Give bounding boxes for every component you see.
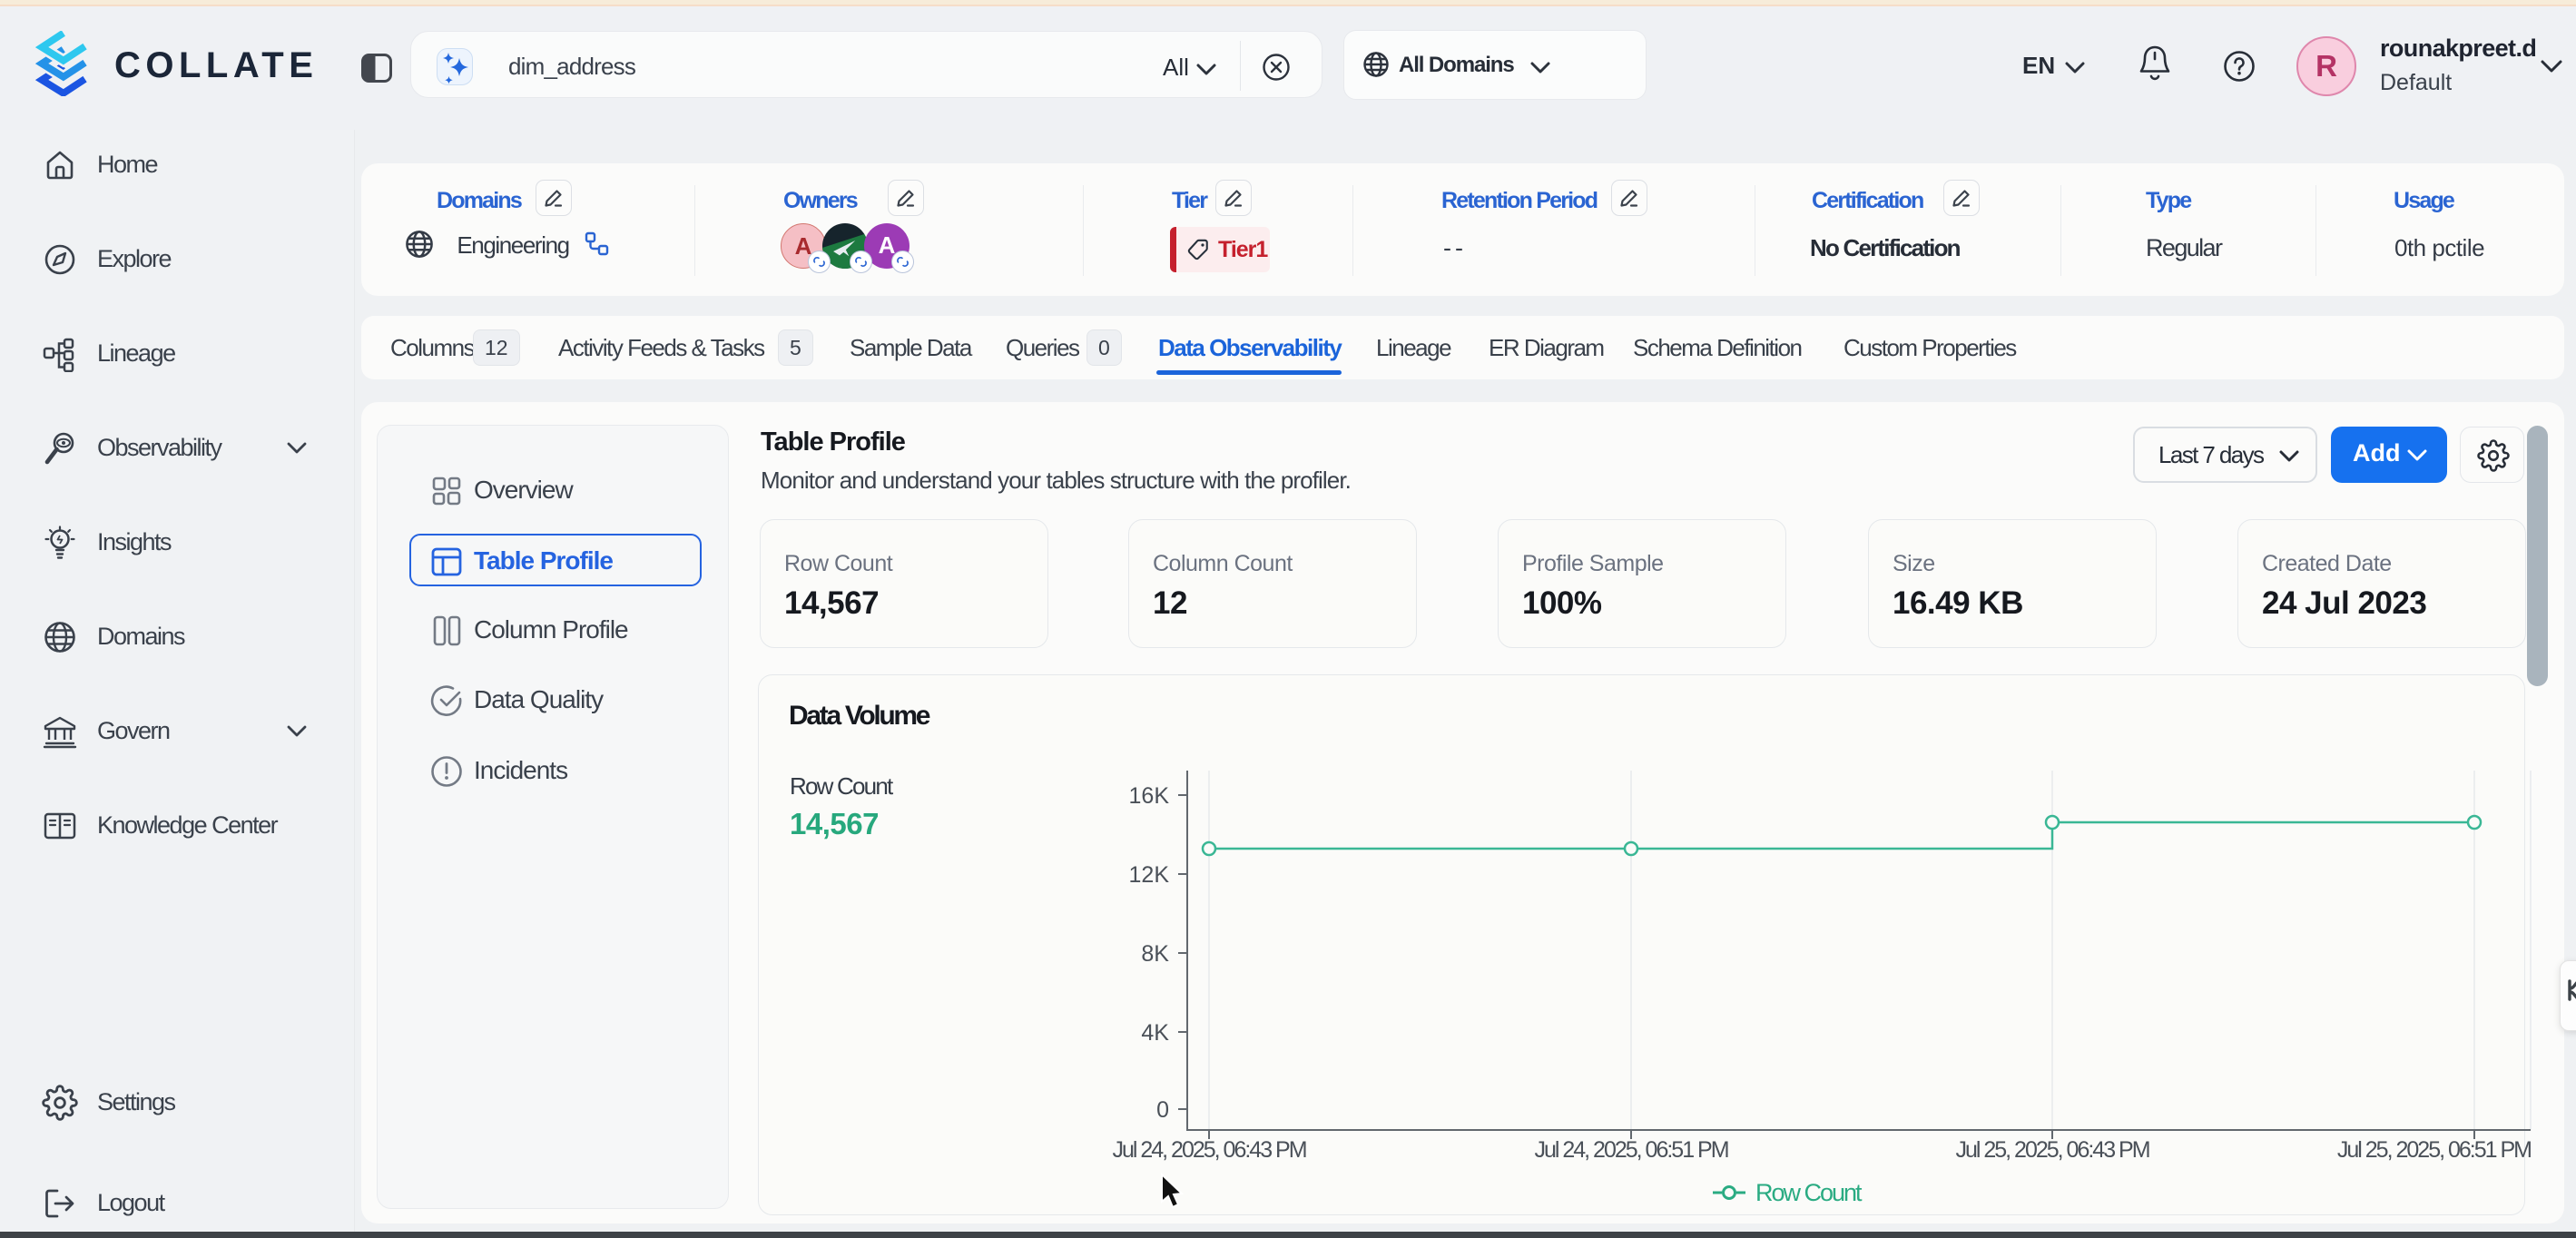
svg-text:8K: 8K (1141, 941, 1169, 967)
svg-text:Jul 25, 2025, 06:43 PM: Jul 25, 2025, 06:43 PM (1955, 1137, 2148, 1163)
svg-text:Jul 24, 2025, 06:43 PM: Jul 24, 2025, 06:43 PM (1112, 1137, 1305, 1163)
svg-text:0: 0 (1156, 1097, 1169, 1123)
svg-text:Jul 25, 2025, 06:51 PM: Jul 25, 2025, 06:51 PM (2337, 1137, 2531, 1163)
svg-text:4K: 4K (1141, 1020, 1169, 1046)
svg-text:12K: 12K (1129, 862, 1170, 888)
svg-text:Row Count: Row Count (1755, 1179, 1863, 1206)
svg-text:Jul 24, 2025, 06:51 PM: Jul 24, 2025, 06:51 PM (1534, 1137, 1727, 1163)
svg-text:16K: 16K (1129, 783, 1170, 809)
